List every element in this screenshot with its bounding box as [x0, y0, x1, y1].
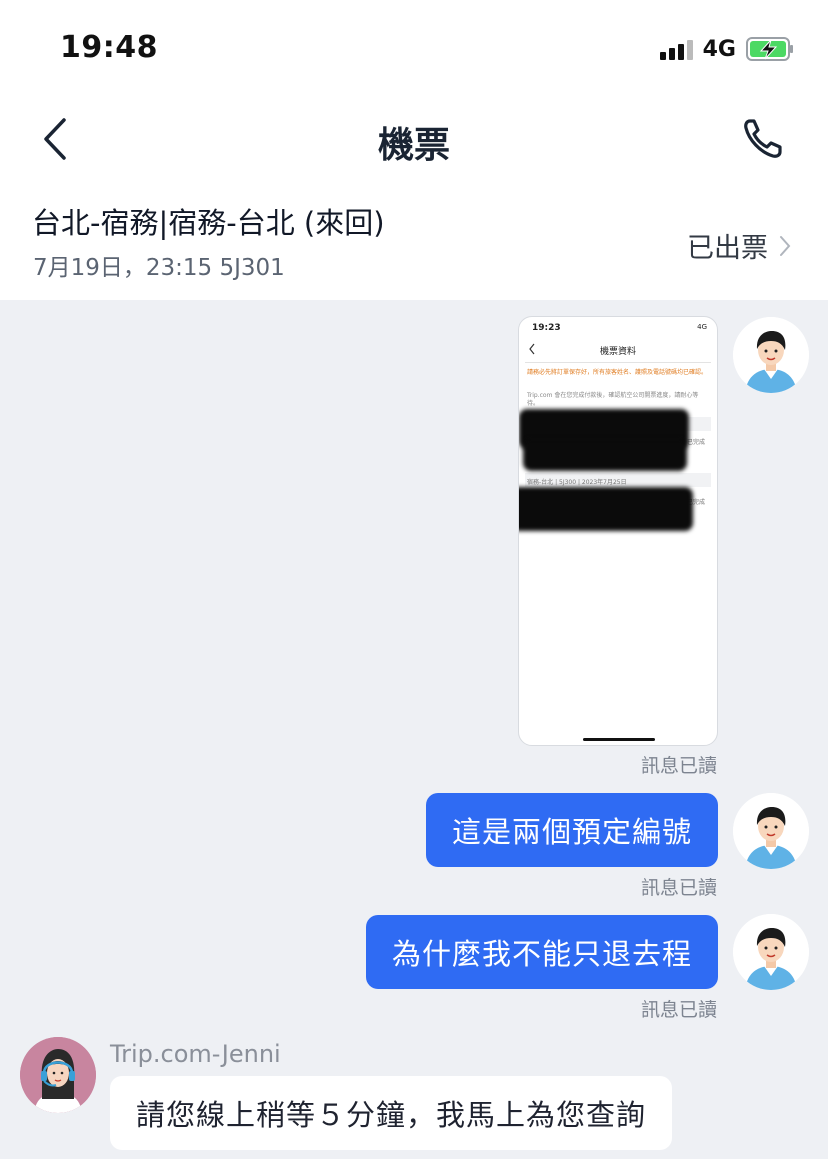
chevron-right-icon: [780, 235, 791, 256]
ticket-status-link[interactable]: 已出票: [687, 226, 792, 265]
screenshot-info: Trip.com 會在您完成付款後，確認航空公司開票進度，請耐心等待。: [527, 392, 699, 407]
read-receipt: 訊息已讀: [640, 755, 717, 777]
message-bubble-outgoing[interactable]: 為什麼我不能只退去程: [365, 915, 718, 989]
flight-date-number: 7月19日，23:15 5J301: [33, 255, 285, 281]
read-receipt: 訊息已讀: [640, 877, 717, 899]
message-text: 這是兩個預定編號: [451, 815, 692, 849]
user-avatar-icon: [733, 793, 809, 869]
user-avatar[interactable]: [733, 793, 809, 869]
flight-route: 台北-宿務|宿務-台北 (來回): [32, 206, 385, 240]
user-avatar-icon: [733, 317, 809, 393]
screenshot-time: 19:23: [532, 323, 561, 333]
redaction-mark: [523, 439, 687, 471]
screenshot-title: 機票資料: [599, 347, 636, 357]
battery-charging-icon: [746, 37, 793, 61]
ticket-status-label: 已出票: [687, 233, 768, 264]
message-text: 請您線上稍等５分鐘，我馬上為您查詢: [136, 1098, 647, 1132]
screenshot-row: 宿務-台北 | 5J300 | 2023年7月25日: [527, 479, 627, 486]
screenshot-divider: [525, 362, 711, 363]
agent-avatar-icon: [20, 1037, 96, 1113]
read-receipt: 訊息已讀: [640, 999, 717, 1021]
screenshot-row-note: 已完成: [686, 439, 705, 446]
page-title: 機票: [377, 125, 450, 166]
message-text: 為什麼我不能只退去程: [391, 937, 692, 971]
user-avatar[interactable]: [733, 317, 809, 393]
agent-name: Trip.com-Jenni: [110, 1040, 281, 1068]
user-avatar[interactable]: [733, 914, 809, 990]
redaction-mark: [519, 487, 693, 531]
status-time: 19:48: [60, 30, 158, 65]
flight-summary[interactable]: 台北-宿務|宿務-台北 (來回) 7月19日，23:15 5J301 已出票: [0, 186, 828, 300]
network-label: 4G: [702, 36, 736, 62]
screenshot-signal: 4G: [697, 323, 707, 331]
agent-avatar[interactable]: [20, 1037, 96, 1113]
screenshot-notice: 請務必先將訂單保存好，所有旅客姓名、護照及電話號碼均已確認。: [527, 369, 708, 376]
phone-icon[interactable]: [740, 116, 786, 162]
message-bubble-outgoing[interactable]: 這是兩個預定編號: [425, 793, 718, 867]
status-indicators: 4G: [659, 36, 794, 62]
nav-bar: 機票: [0, 96, 828, 186]
message-bubble-incoming[interactable]: 請您線上稍等５分鐘，我馬上為您查詢: [110, 1076, 673, 1150]
user-avatar-icon: [733, 914, 809, 990]
screenshot-home-indicator: [583, 738, 655, 741]
signal-icon: [659, 38, 693, 60]
shared-screenshot-image[interactable]: 19:23 4G 機票資料 請務必先將訂單保存好，所有旅客姓名、護照及電話號碼均…: [518, 316, 718, 746]
status-bar: 19:48 4G: [0, 0, 828, 96]
